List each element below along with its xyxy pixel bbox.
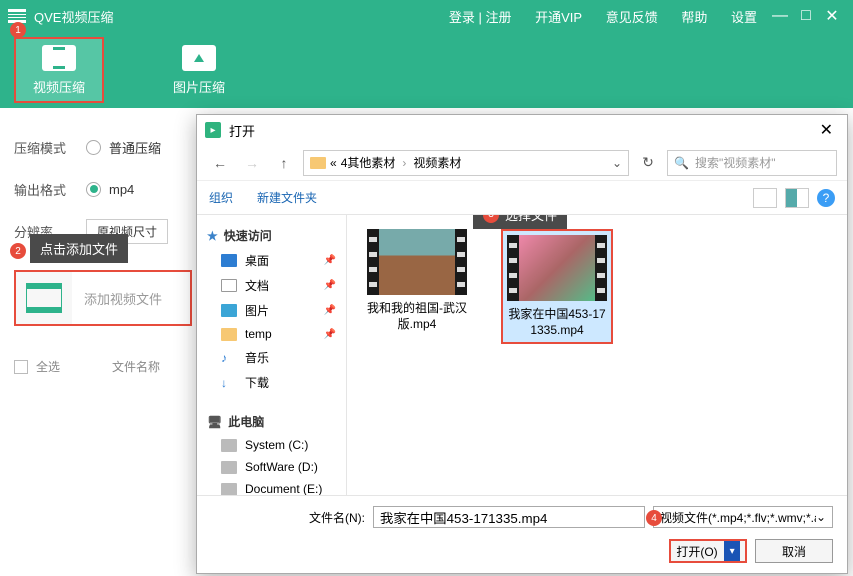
add-text: 添加视频文件 — [72, 289, 162, 308]
mode-label: 压缩模式 — [14, 138, 86, 157]
titlebar: QVE视频压缩 登录 | 注册 开通VIP 意见反馈 帮助 设置 — □ ✕ — [0, 0, 853, 32]
close-button[interactable]: ✕ — [819, 6, 845, 26]
settings-link[interactable]: 设置 — [731, 10, 757, 25]
view-icons-btn[interactable] — [753, 188, 777, 208]
sidebar-drive-e[interactable]: Document (E:) — [197, 478, 346, 495]
add-video-button[interactable]: 添加视频文件 — [14, 270, 192, 326]
search-input[interactable]: 🔍 搜索"视频素材" — [667, 150, 837, 176]
sidebar-drive-c[interactable]: System (C:) — [197, 434, 346, 456]
sidebar-temp[interactable]: temp📌 — [197, 323, 346, 345]
add-film-icon — [16, 272, 72, 324]
vip-link[interactable]: 开通VIP — [535, 10, 582, 25]
login-link[interactable]: 登录 | 注册 — [449, 10, 512, 25]
annotation-4: 4 — [646, 510, 662, 526]
tab-video-label: 视频压缩 — [33, 77, 85, 96]
format-mp4-label: mp4 — [109, 182, 134, 197]
dialog-titlebar: ▸ 打开 ✕ — [197, 115, 847, 145]
sidebar-downloads[interactable]: ↓下载 — [197, 370, 346, 395]
filename-label: 文件名(N): — [309, 509, 365, 526]
crumb-a[interactable]: 4其他素材 — [341, 154, 396, 171]
open-btn-label: 打开(O) — [676, 543, 717, 560]
select-all-checkbox[interactable] — [14, 360, 28, 374]
sidebar-pictures[interactable]: 图片📌 — [197, 298, 346, 323]
sidebar-this-pc[interactable]: 🖥此电脑 — [197, 409, 346, 434]
select-tooltip: 3 选择文件 — [473, 215, 567, 229]
dialog-file-area: 3 选择文件 我和我的祖国-武汉版.mp4 我家在中国453-171335.mp… — [347, 215, 847, 495]
filter-text: 视频文件(*.mp4;*.flv;*.wmv;*.a — [660, 509, 816, 526]
sidebar-music[interactable]: ♪音乐 — [197, 345, 346, 370]
dialog-sidebar: ★快速访问 桌面📌 文档📌 图片📌 temp📌 ♪音乐 ↓下载 🖥此电脑 Sys… — [197, 215, 347, 495]
title-menu: 登录 | 注册 开通VIP 意见反馈 帮助 设置 — [439, 7, 767, 26]
help-icon[interactable]: ? — [817, 189, 835, 207]
file-item-1[interactable]: 我家在中国453-171335.mp4 — [501, 229, 613, 344]
maximize-button[interactable]: □ — [793, 7, 819, 25]
organize-btn[interactable]: 组织 — [209, 189, 233, 206]
refresh-button[interactable]: ↻ — [635, 150, 661, 176]
open-button[interactable]: 打开(O) ▾ — [669, 539, 747, 563]
new-folder-btn[interactable]: 新建文件夹 — [257, 189, 317, 206]
image-icon — [182, 45, 216, 71]
sidebar-desktop[interactable]: 桌面📌 — [197, 248, 346, 273]
nav-forward-button[interactable]: → — [239, 150, 265, 176]
col-name: 文件名称 — [112, 358, 160, 375]
view-preview-btn[interactable] — [785, 188, 809, 208]
add-tooltip: 点击添加文件 — [30, 234, 128, 263]
dialog-title: 打开 — [229, 121, 255, 140]
select-all-label: 全选 — [36, 358, 60, 375]
search-icon: 🔍 — [674, 156, 689, 170]
search-placeholder: 搜索"视频素材" — [695, 154, 776, 171]
format-label: 输出格式 — [14, 180, 86, 199]
dialog-footer: 文件名(N): 4 视频文件(*.mp4;*.flv;*.wmv;*.a ⌄ 打… — [197, 495, 847, 573]
filename-input[interactable] — [373, 506, 645, 528]
open-dropdown-icon[interactable]: ▾ — [724, 541, 740, 561]
annotation-3: 3 — [483, 215, 499, 223]
mode-normal-label: 普通压缩 — [109, 138, 161, 157]
file-item-0[interactable]: 我和我的祖国-武汉版.mp4 — [361, 229, 473, 332]
dialog-nav: ← → ↑ « 4其他素材 › 视频素材 ⌄ ↻ 🔍 搜索"视频素材" — [197, 145, 847, 181]
cancel-button[interactable]: 取消 — [755, 539, 833, 563]
crumb-b[interactable]: 视频素材 — [413, 154, 461, 171]
sidebar-quick-access[interactable]: ★快速访问 — [197, 223, 346, 248]
tab-video-compress[interactable]: 视频压缩 — [14, 37, 104, 103]
file-name-0: 我和我的祖国-武汉版.mp4 — [361, 301, 473, 332]
help-link[interactable]: 帮助 — [681, 10, 707, 25]
mode-normal-radio[interactable]: 普通压缩 — [86, 138, 161, 157]
dialog-toolbar: 组织 新建文件夹 ? — [197, 181, 847, 215]
film-icon — [42, 45, 76, 71]
nav-up-button[interactable]: ↑ — [271, 150, 297, 176]
file-name-1: 我家在中国453-171335.mp4 — [507, 307, 607, 338]
annotation-2: 2 — [10, 243, 26, 259]
dialog-close-button[interactable]: ✕ — [814, 118, 839, 142]
folder-icon — [310, 157, 326, 169]
minimize-button[interactable]: — — [767, 7, 793, 25]
tab-image-compress[interactable]: 图片压缩 — [154, 37, 244, 103]
main-toolbar: 视频压缩 图片压缩 — [0, 32, 853, 108]
sidebar-documents[interactable]: 文档📌 — [197, 273, 346, 298]
app-icon — [8, 9, 26, 23]
file-open-dialog: ▸ 打开 ✕ ← → ↑ « 4其他素材 › 视频素材 ⌄ ↻ 🔍 搜索"视频素… — [196, 114, 848, 574]
format-mp4-radio[interactable]: mp4 — [86, 182, 134, 197]
breadcrumb[interactable]: « 4其他素材 › 视频素材 ⌄ — [303, 150, 629, 176]
tab-image-label: 图片压缩 — [173, 77, 225, 96]
feedback-link[interactable]: 意见反馈 — [606, 10, 658, 25]
app-title: QVE视频压缩 — [34, 7, 113, 26]
sidebar-drive-d[interactable]: SoftWare (D:) — [197, 456, 346, 478]
file-filter-select[interactable]: 4 视频文件(*.mp4;*.flv;*.wmv;*.a ⌄ — [653, 506, 833, 528]
dialog-icon: ▸ — [205, 122, 221, 138]
annotation-1: 1 — [10, 22, 26, 38]
nav-back-button[interactable]: ← — [207, 150, 233, 176]
